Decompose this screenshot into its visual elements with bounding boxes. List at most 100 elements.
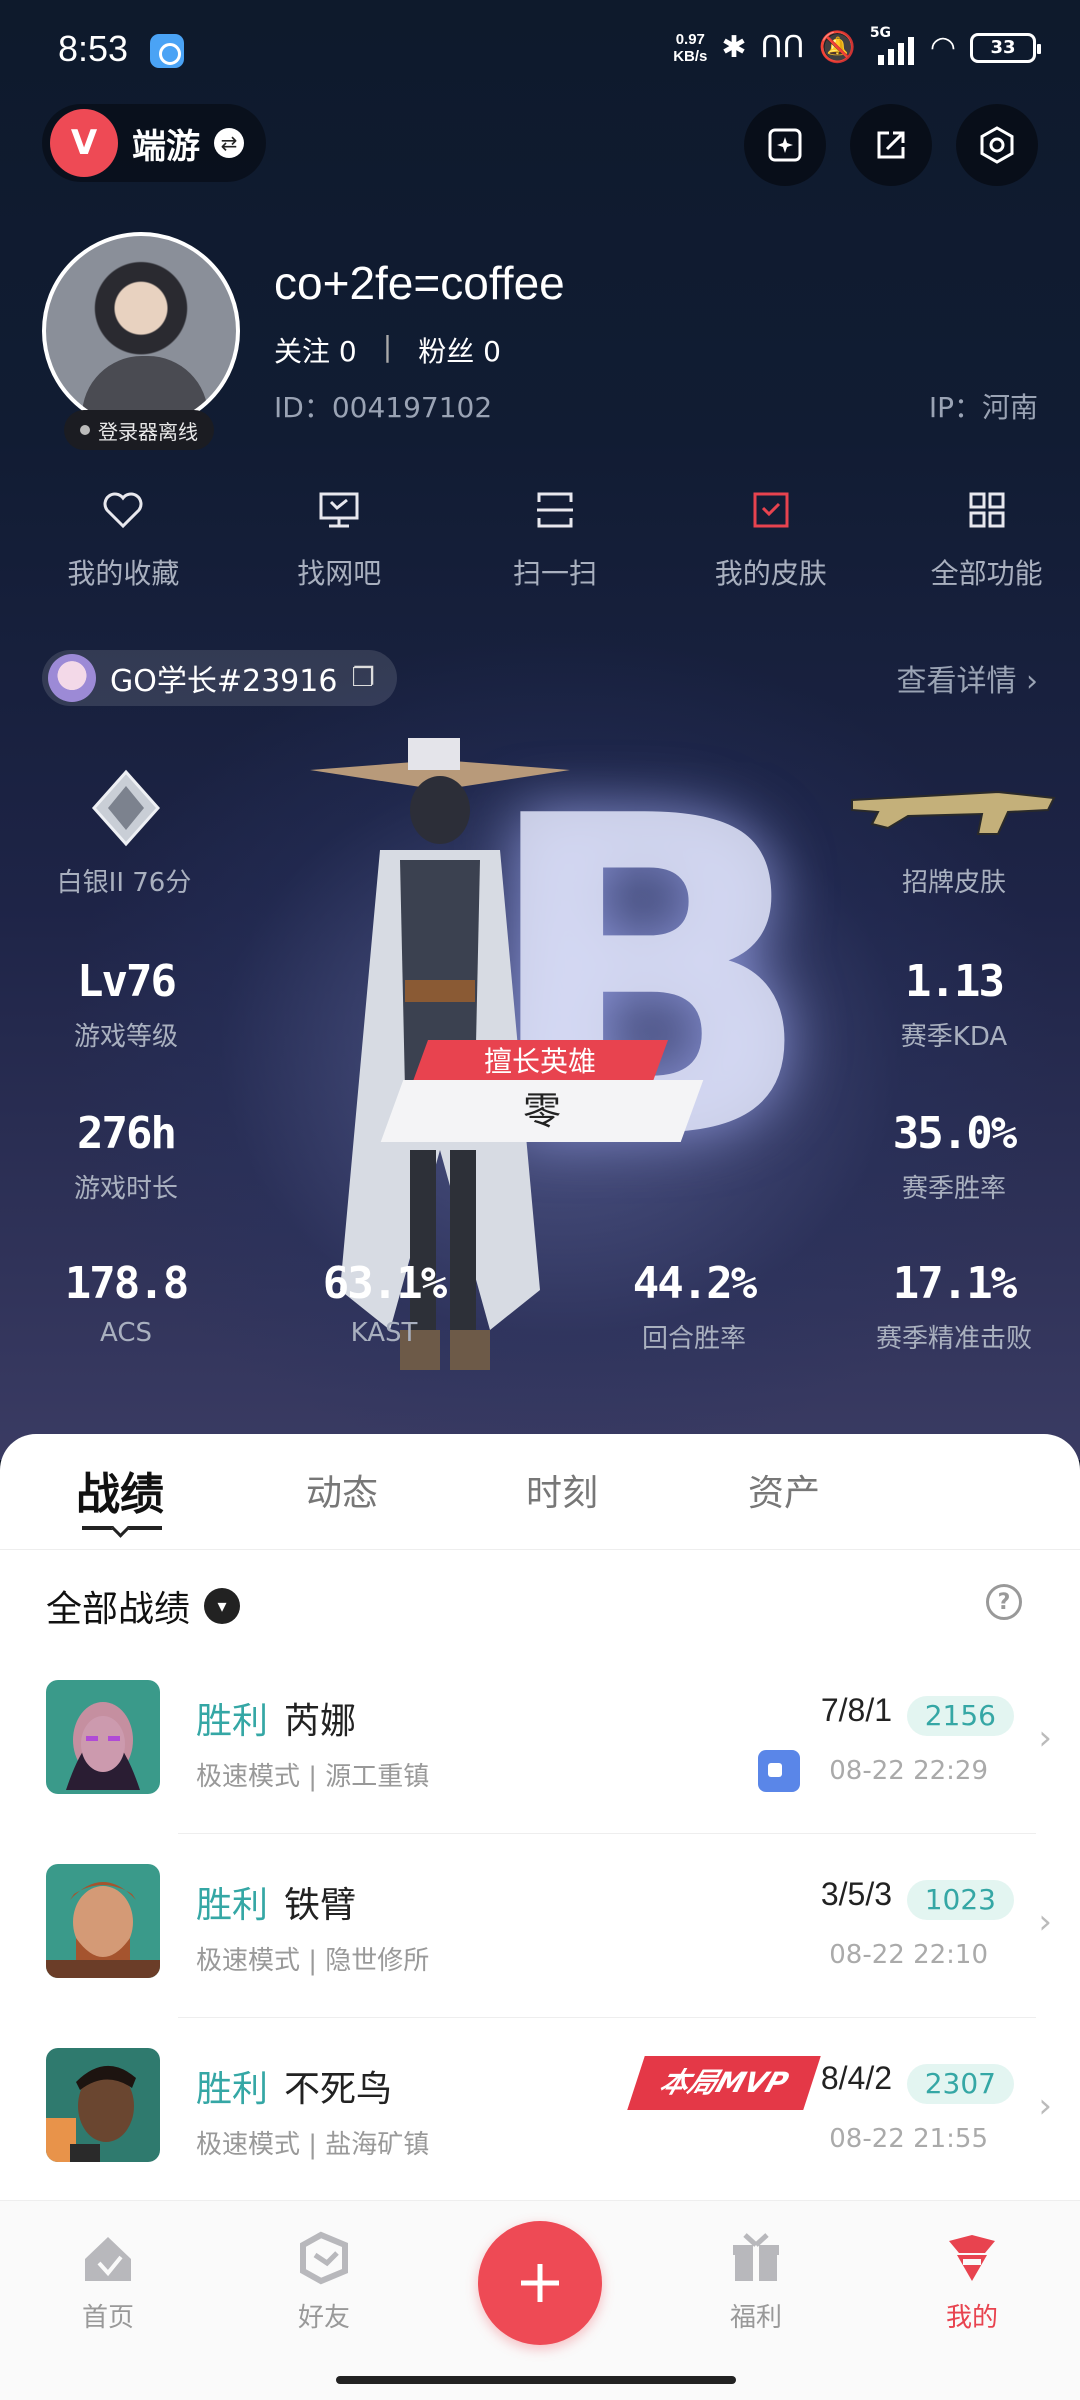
game-switcher[interactable]: V 端游 ⇄ xyxy=(42,104,266,182)
quick-item-favorites[interactable]: 我的收藏 xyxy=(30,486,217,592)
share-button[interactable] xyxy=(850,104,932,186)
level-label: 游戏等级 xyxy=(73,1022,178,1052)
chevron-right-icon: › xyxy=(1038,1718,1052,1758)
round-winrate-value: 44.2% xyxy=(632,1258,757,1309)
match-time: 08-22 22:10 xyxy=(829,1940,988,1970)
following-label: 关注 xyxy=(274,335,331,368)
best-agent-tag-label: 擅长英雄 xyxy=(483,1045,596,1078)
sparkle-card-button[interactable] xyxy=(744,104,826,186)
quick-item-all-features[interactable]: 全部功能 xyxy=(893,486,1080,592)
match-row[interactable]: 胜利 不死鸟 极速模式 | 盐海矿镇 本局MVP 8/4/2 2307 08-2… xyxy=(0,2018,1080,2202)
quick-item-my-skins[interactable]: 我的皮肤 xyxy=(677,486,864,592)
follow-stats: 关注 0 | 粉丝 0 xyxy=(274,330,501,370)
best-agent-name: 零 xyxy=(522,1089,561,1133)
quick-item-scan[interactable]: 扫一扫 xyxy=(462,486,649,592)
tab-moments[interactable]: 时刻 xyxy=(526,1464,598,1516)
game-avatar xyxy=(48,654,96,702)
riot-id-chip[interactable]: GO学长#23916 ❐ xyxy=(42,650,397,706)
fans-count: 0 xyxy=(483,335,501,368)
tab-records[interactable]: 战绩 xyxy=(76,1458,164,1522)
nav-label: 我的 xyxy=(945,2303,998,2333)
video-replay-icon[interactable] xyxy=(758,1750,800,1792)
status-time: 8:53 xyxy=(58,28,129,69)
grid-icon xyxy=(969,492,1005,528)
create-post-button[interactable] xyxy=(478,2221,602,2345)
friends-icon xyxy=(300,2231,348,2285)
match-agent: 铁臂 xyxy=(284,1885,357,1926)
offline-badge-label: 登录器离线 xyxy=(98,419,198,444)
fans-label: 粉丝 xyxy=(418,335,475,368)
status-bar: 8:53 0.97 KB/s ✱ ᑎᑎ 🔕 5G ◠ 33 xyxy=(0,0,1080,100)
match-mode-map: 极速模式 | 源工重镇 xyxy=(196,1762,430,1792)
network-speed-unit: KB/s xyxy=(673,47,708,65)
settings-button[interactable] xyxy=(956,104,1038,186)
app-notification-icon xyxy=(150,34,184,68)
featured-skin-label[interactable]: 招牌皮肤 xyxy=(834,862,1074,899)
match-row[interactable]: 胜利 铁臂 极速模式 | 隐世修所 3/5/3 1023 08-22 22:10… xyxy=(0,1834,1080,2018)
mute-icon: 🔕 xyxy=(818,30,856,65)
best-agent-tag: 擅长英雄 xyxy=(411,1040,669,1084)
bottom-navigation: 首页 好友 福利 我的 xyxy=(0,2200,1080,2400)
quick-item-internet-cafe[interactable]: 找网吧 xyxy=(246,486,433,592)
featured-skin-weapon xyxy=(851,790,1056,835)
kast-label: KAST xyxy=(350,1318,418,1348)
agent-avatar xyxy=(46,1864,160,1978)
chevron-right-icon: › xyxy=(1038,1902,1052,1942)
match-row[interactable]: 胜利 芮娜 极速模式 | 源工重镇 7/8/1 2156 08-22 22:29… xyxy=(0,1650,1080,1834)
mvp-badge: 本局MVP xyxy=(627,2056,821,2110)
tab-feed[interactable]: 动态 xyxy=(306,1464,378,1516)
quick-item-label: 全部功能 xyxy=(930,557,1043,590)
scan-icon xyxy=(536,492,573,528)
nav-me[interactable]: 我的 xyxy=(912,2231,1032,2334)
record-filter-dropdown[interactable]: 全部战绩 ▾ xyxy=(46,1580,241,1632)
agent-avatar xyxy=(46,1680,160,1794)
profile-icon xyxy=(949,2235,995,2281)
active-tab-indicator xyxy=(82,1526,162,1530)
chevron-right-icon: › xyxy=(1038,2086,1052,2126)
winrate-value: 35.0% xyxy=(892,1108,1017,1159)
valorant-logo: V xyxy=(50,109,118,177)
cellular-signal-icon: 5G xyxy=(870,25,916,65)
user-id: ID：004197102 xyxy=(274,391,493,424)
acs-value: 178.8 xyxy=(64,1258,189,1309)
network-speed: 0.97 KB/s xyxy=(673,31,707,65)
match-score-badge: 2156 xyxy=(906,1696,1014,1736)
nav-home[interactable]: 首页 xyxy=(48,2231,168,2334)
monitor-icon xyxy=(319,492,359,528)
match-score-badge: 2307 xyxy=(906,2064,1014,2104)
view-detail-link[interactable]: 查看详情 › xyxy=(896,656,1038,700)
match-kda: 3/5/3 xyxy=(820,1876,892,1912)
match-kda: 8/4/2 xyxy=(820,2060,892,2096)
tab-assets[interactable]: 资产 xyxy=(748,1464,820,1516)
network-type: 5G xyxy=(869,24,892,41)
agent-portrait-reyna xyxy=(46,1680,160,1794)
help-icon[interactable]: ? xyxy=(986,1584,1022,1620)
best-agent-box: 零 xyxy=(380,1080,704,1142)
riot-id: GO学长#23916 xyxy=(110,664,338,699)
user-avatar[interactable] xyxy=(42,232,240,430)
fans-link[interactable]: 粉丝 0 xyxy=(418,330,501,370)
following-count: 0 xyxy=(338,335,357,368)
nav-label: 好友 xyxy=(297,2303,350,2333)
ip-location: IP：河南 xyxy=(928,391,1038,424)
home-indicator[interactable] xyxy=(336,2376,736,2384)
nav-friends[interactable]: 好友 xyxy=(264,2231,384,2334)
match-time: 08-22 22:29 xyxy=(829,1756,988,1786)
round-winrate-label: 回合胜率 xyxy=(641,1324,746,1354)
plus-icon xyxy=(521,2264,559,2302)
kda-value: 1.13 xyxy=(905,956,1005,1007)
match-result: 胜利 xyxy=(196,1885,269,1926)
match-agent: 芮娜 xyxy=(284,1701,357,1742)
nav-rewards[interactable]: 福利 xyxy=(696,2231,816,2334)
silver-rank-icon xyxy=(91,769,161,847)
quick-actions: 我的收藏 找网吧 扫一扫 我的皮肤 全部功能 xyxy=(0,486,1080,592)
match-agent: 不死鸟 xyxy=(284,2069,393,2110)
copy-icon[interactable]: ❐ xyxy=(351,663,374,693)
share-icon xyxy=(877,131,905,159)
status-icons: 0.97 KB/s ✱ ᑎᑎ 🔕 5G ◠ 33 xyxy=(673,25,1041,65)
agent-portrait-breach xyxy=(46,1864,160,1978)
headshot-value: 17.1% xyxy=(892,1258,1017,1309)
battery-icon: 33 xyxy=(970,32,1041,63)
heart-icon xyxy=(103,492,143,529)
following-link[interactable]: 关注 0 xyxy=(274,330,357,370)
